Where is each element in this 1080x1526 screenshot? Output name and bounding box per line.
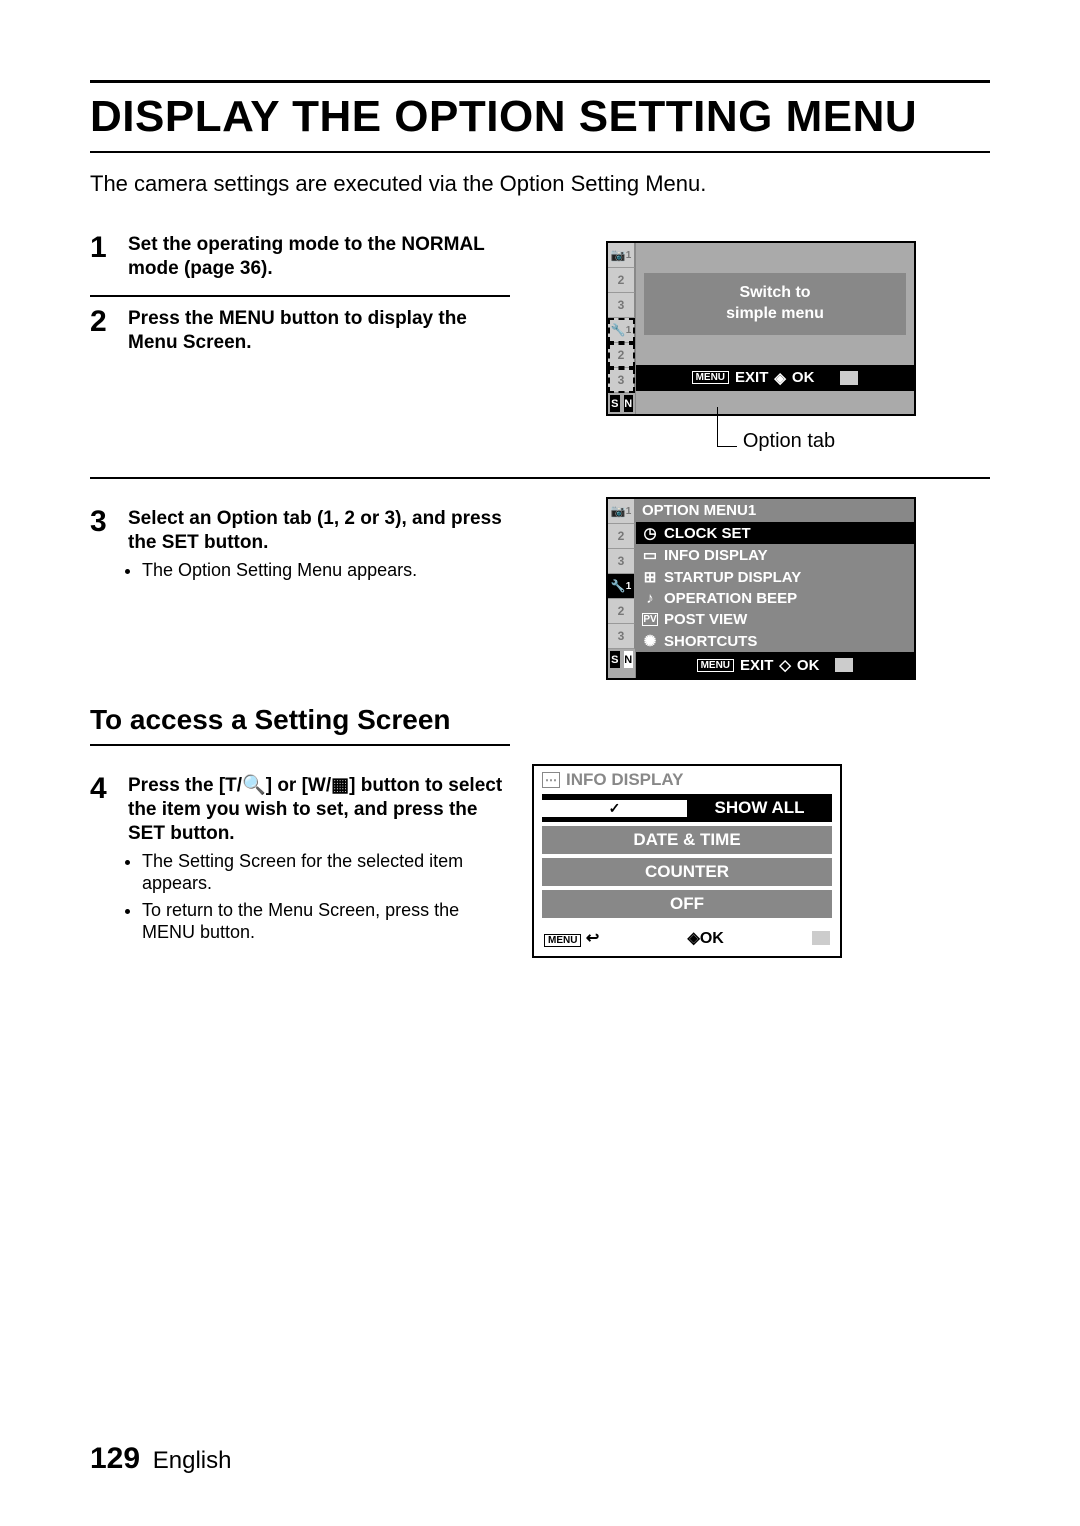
option-off: OFF [542, 890, 832, 918]
lcd-command-bar: MENU EXIT ◇ OK [636, 652, 914, 678]
postview-icon: PV [642, 613, 658, 626]
tab-opt-2: 2 [608, 343, 635, 368]
step-3: 3 Select an Option tab (1, 2 or 3), and … [90, 497, 510, 599]
option-date-time: DATE & TIME [542, 826, 832, 854]
tab-cam-2: 2 [608, 268, 635, 293]
step-head: Set the operating mode to the NORMAL mod… [128, 234, 484, 279]
lcd-message: Switch to simple menu [644, 273, 906, 335]
page-number: 129 [90, 1442, 140, 1475]
option-menu-title: OPTION MENU1 [636, 499, 914, 522]
step-bullet: The Setting Screen for the selected item… [142, 850, 510, 895]
menu-item-operation-beep: ♪OPERATION BEEP [636, 588, 914, 609]
beep-icon: ♪ [642, 590, 658, 607]
page-footer: 129 English [90, 1442, 231, 1476]
intro-text: The camera settings are executed via the… [90, 171, 990, 197]
page-title: DISPLAY THE OPTION SETTING MENU [90, 93, 990, 141]
tab-opt-1: 🔧1 [608, 574, 635, 599]
option-tab-label: Option tab [743, 430, 835, 453]
menu-item-info-display: ▭INFO DISPLAY [636, 544, 914, 566]
exit-label: EXIT [735, 369, 768, 386]
lcd-command-bar: MENU EXIT ◈ OK [636, 365, 914, 391]
lcd-screen-info-display: ⋯ INFO DISPLAY ✓SHOW ALL DATE & TIME COU… [532, 764, 842, 958]
step-number: 2 [90, 307, 116, 355]
nav-diamond-icon: ◈ [774, 369, 786, 387]
battery-icon [835, 658, 853, 672]
menu-item-startup-display: ⊞STARTUP DISPLAY [636, 566, 914, 588]
check-icon: ✓ [542, 800, 687, 817]
clock-icon: ◷ [642, 524, 658, 542]
ok-label: OK [792, 369, 815, 386]
step-head: Press the [T/🔍] or [W/▦] button to selec… [128, 775, 502, 844]
nav-diamond-icon: ◈ [688, 930, 700, 947]
step-bullet: The Option Setting Menu appears. [142, 559, 510, 582]
step-number: 4 [90, 774, 116, 947]
step-head: Press the MENU button to display the Men… [128, 308, 467, 353]
menu-tag: MENU [697, 659, 734, 672]
n-icon: N [624, 395, 634, 412]
display-icon: ⋯ [542, 772, 560, 788]
startup-icon: ⊞ [642, 568, 658, 586]
tab-opt-2: 2 [608, 599, 635, 624]
step-number: 1 [90, 233, 116, 281]
s-icon: S [610, 395, 620, 412]
battery-icon [840, 371, 858, 385]
nav-diamond-icon: ◇ [779, 656, 791, 674]
tab-opt-3: 3 [608, 368, 635, 393]
language-label: English [153, 1447, 232, 1474]
tab-cam-3: 3 [608, 293, 635, 318]
s-icon: S [610, 651, 620, 668]
step-2: 2 Press the MENU button to display the M… [90, 297, 510, 369]
step-bullet: To return to the Menu Screen, press the … [142, 899, 510, 944]
lcd-screen-switch: 📷1 2 3 🔧1 2 3 SN Switch to simple menu [606, 241, 916, 416]
option-counter: COUNTER [542, 858, 832, 886]
tab-opt-3: 3 [608, 624, 635, 649]
step-4: 4 Press the [T/🔍] or [W/▦] button to sel… [90, 764, 510, 961]
menu-item-shortcuts: ✺SHORTCUTS [636, 630, 914, 652]
zoom-in-icon: 🔍 [242, 775, 266, 796]
ok-label: OK [797, 657, 820, 674]
return-icon: ↩ [586, 930, 599, 947]
menu-item-clock-set: ◷CLOCK SET [636, 522, 914, 544]
tab-opt-1: 🔧1 [608, 318, 635, 343]
battery-icon [812, 931, 830, 945]
n-icon: N [624, 651, 634, 668]
zoom-out-icon: ▦ [331, 775, 349, 796]
tab-cam-2: 2 [608, 524, 635, 549]
lcd-screen-option-menu: 📷1 2 3 🔧1 2 3 SN OPTION MENU1 ◷CLOCK SET… [606, 497, 916, 680]
shortcut-icon: ✺ [642, 632, 658, 650]
step-head: Select an Option tab (1, 2 or 3), and pr… [128, 508, 502, 553]
screen-title: INFO DISPLAY [566, 770, 683, 790]
menu-item-post-view: PVPOST VIEW [636, 609, 914, 630]
display-icon: ▭ [642, 546, 658, 564]
option-show-all: ✓SHOW ALL [542, 794, 832, 822]
step-1: 1 Set the operating mode to the NORMAL m… [90, 223, 510, 297]
subheading: To access a Setting Screen [90, 704, 990, 736]
step-number: 3 [90, 507, 116, 585]
tab-cam-3: 3 [608, 549, 635, 574]
exit-label: EXIT [740, 657, 773, 674]
menu-tag: MENU [544, 934, 581, 947]
tab-cam-1: 📷1 [608, 499, 635, 524]
menu-tag: MENU [692, 371, 729, 384]
tab-cam-1: 📷1 [608, 243, 635, 268]
ok-label: OK [700, 930, 724, 947]
